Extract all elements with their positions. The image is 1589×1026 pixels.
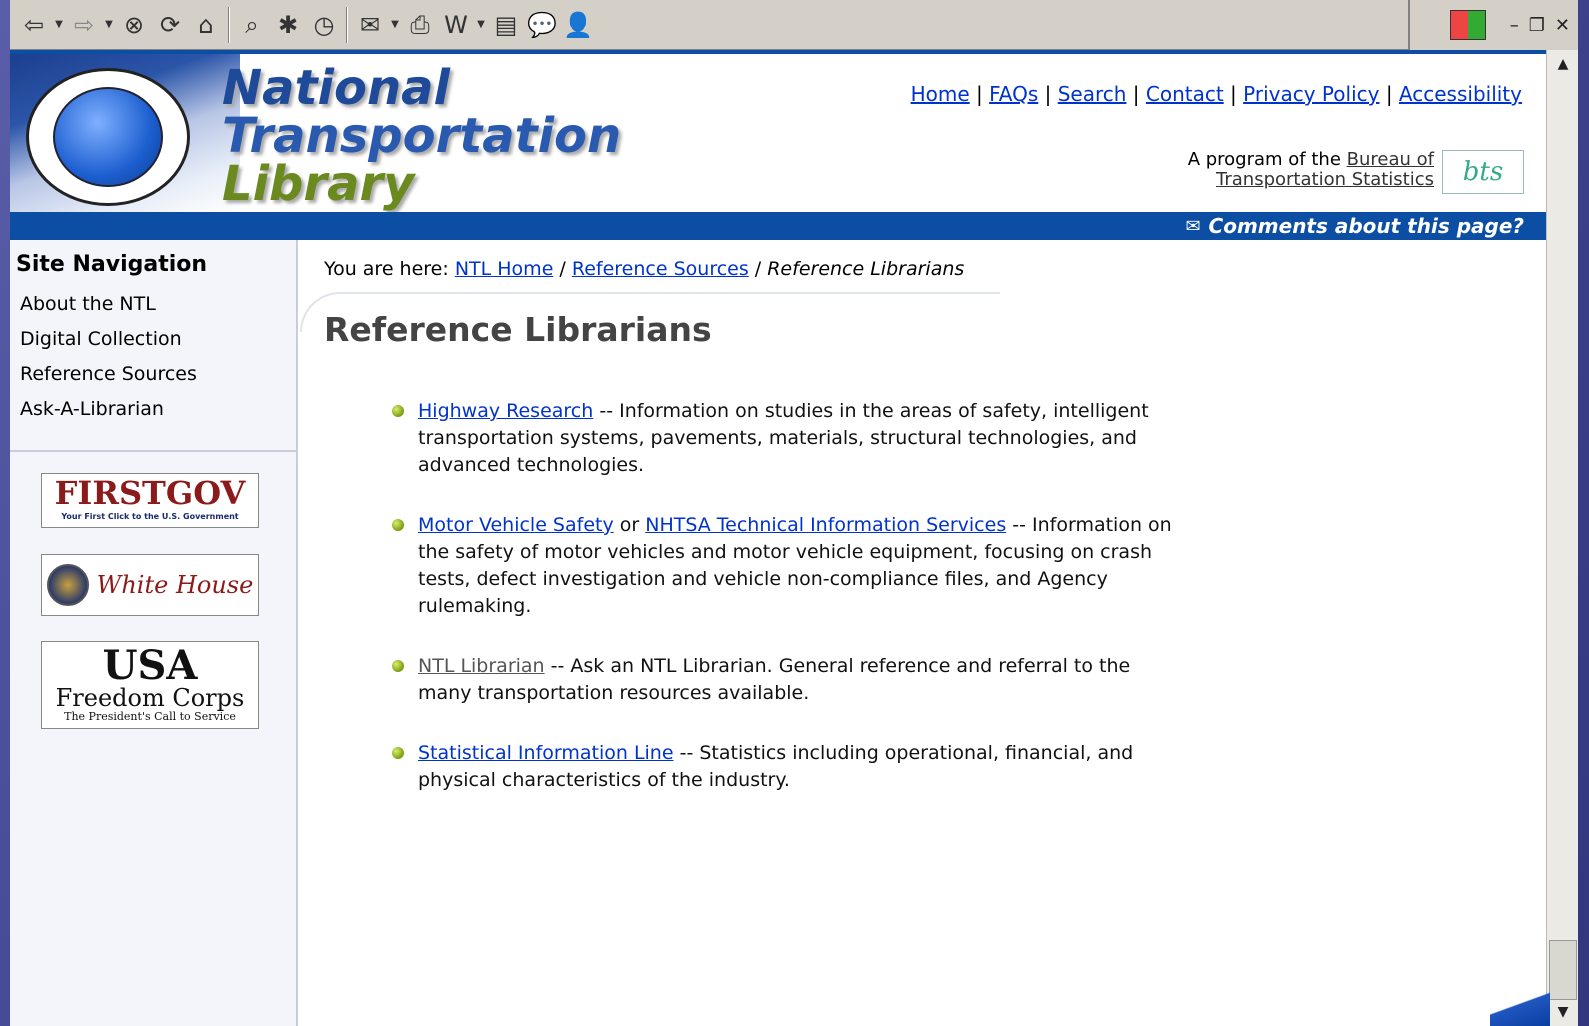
- stop-icon[interactable]: ⊗: [116, 7, 152, 43]
- privacy-policy-link[interactable]: Privacy Policy: [1243, 82, 1379, 106]
- white-house-title: White House: [96, 571, 254, 599]
- bts-link-line2[interactable]: Transportation Statistics: [1216, 169, 1434, 190]
- accessibility-link[interactable]: Accessibility: [1399, 82, 1522, 106]
- firstgov-tagline: Your First Click to the U.S. Government: [61, 512, 239, 521]
- refresh-icon[interactable]: ⟳: [152, 7, 188, 43]
- statistical-information-line-link[interactable]: Statistical Information Line: [418, 742, 674, 764]
- breadcrumb-current: Reference Librarians: [767, 258, 965, 280]
- faqs-link[interactable]: FAQs: [989, 82, 1038, 106]
- highway-research-link[interactable]: Highway Research: [418, 400, 593, 422]
- logo-line-1: National: [222, 60, 450, 116]
- program-note: A program of the Bureau of Transportatio…: [1188, 150, 1434, 190]
- bullet-icon: [392, 405, 404, 417]
- browser-window: ⇦ ▼ ⇨ ▼ ⊗ ⟳ ⌂ ⌕ ✱ ◷ ✉ ▼ ⎙ W ▼ ▤ 💬 👤 – ❐ …: [10, 0, 1578, 1026]
- list-item: NTL Librarian -- Ask an NTL Librarian. G…: [386, 653, 1186, 707]
- windows-logo-icon: [1449, 10, 1486, 40]
- document-icon[interactable]: ▤: [488, 7, 524, 43]
- firstgov-title: FIRSTGOV: [54, 474, 246, 512]
- sidebar: Site Navigation About the NTL Digital Co…: [10, 240, 298, 1026]
- breadcrumb-ntl-home[interactable]: NTL Home: [455, 258, 554, 280]
- breadcrumb-reference-sources[interactable]: Reference Sources: [572, 258, 749, 280]
- forward-icon[interactable]: ⇨: [66, 7, 102, 43]
- dot-seal-logo[interactable]: [26, 68, 190, 206]
- scroll-up-icon[interactable]: ▲: [1549, 52, 1577, 76]
- usa-title: USA: [102, 642, 198, 689]
- nhtsa-tis-link[interactable]: NHTSA Technical Information Services: [645, 514, 1006, 536]
- resource-list: Highway Research -- Information on studi…: [386, 398, 1186, 827]
- home-link[interactable]: Home: [911, 82, 970, 106]
- envelope-icon: ✉: [1185, 215, 1201, 237]
- history-icon[interactable]: ◷: [306, 7, 342, 43]
- program-prefix: A program of the: [1187, 149, 1341, 170]
- search-link[interactable]: Search: [1058, 82, 1127, 106]
- white-house-badge[interactable]: White House: [41, 554, 259, 616]
- motor-vehicle-safety-link[interactable]: Motor Vehicle Safety: [418, 514, 614, 536]
- mail-icon[interactable]: ✉: [352, 7, 388, 43]
- site-header: National Transportation Library Home | F…: [10, 50, 1546, 212]
- restore-icon[interactable]: ❐: [1529, 15, 1545, 36]
- toolbar-separator: [228, 6, 230, 43]
- edit-icon[interactable]: W: [438, 7, 474, 43]
- close-icon[interactable]: ✕: [1555, 15, 1570, 36]
- comments-link[interactable]: Comments about this page?: [1209, 214, 1524, 238]
- forward-dropdown-icon[interactable]: ▼: [102, 7, 116, 43]
- decorative-swoosh: [1490, 980, 1550, 1026]
- site-navigation-heading: Site Navigation: [16, 252, 208, 277]
- breadcrumb-prefix: You are here:: [324, 258, 449, 280]
- list-item: Motor Vehicle Safety or NHTSA Technical …: [386, 512, 1186, 620]
- print-icon[interactable]: ⎙: [402, 7, 438, 43]
- window-controls: – ❐ ✕: [1408, 0, 1578, 50]
- list-item: Highway Research -- Information on studi…: [386, 398, 1186, 479]
- firstgov-badge[interactable]: FIRSTGOV Your First Click to the U.S. Go…: [41, 473, 259, 528]
- bts-logo[interactable]: bts: [1442, 150, 1524, 194]
- discuss-icon[interactable]: 💬: [524, 7, 560, 43]
- back-icon[interactable]: ⇦: [16, 7, 52, 43]
- home-icon[interactable]: ⌂: [188, 7, 224, 43]
- scroll-down-icon[interactable]: ▼: [1549, 1000, 1577, 1024]
- comments-bar: ✉ Comments about this page?: [10, 212, 1546, 240]
- page-title: Reference Librarians: [324, 310, 712, 349]
- contact-link[interactable]: Contact: [1146, 82, 1224, 106]
- usa-freedom-corps-badge[interactable]: USA Freedom Corps The President's Call t…: [41, 641, 259, 729]
- edit-dropdown-icon[interactable]: ▼: [474, 7, 488, 43]
- mail-dropdown-icon[interactable]: ▼: [388, 7, 402, 43]
- top-nav-links: Home | FAQs | Search | Contact | Privacy…: [910, 82, 1522, 106]
- logo-line-3: Library: [222, 156, 415, 212]
- item-connector: or: [613, 514, 646, 536]
- scroll-thumb[interactable]: [1549, 940, 1577, 1000]
- nav-ask-a-librarian[interactable]: Ask-A-Librarian: [10, 392, 296, 427]
- back-dropdown-icon[interactable]: ▼: [52, 7, 66, 43]
- toolbar-separator: [346, 6, 348, 43]
- site-logo-title[interactable]: National Transportation Library: [222, 64, 621, 208]
- search-icon[interactable]: ⌕: [234, 7, 270, 43]
- messenger-icon[interactable]: 👤: [560, 7, 596, 43]
- bullet-icon: [392, 747, 404, 759]
- nav-reference-sources[interactable]: Reference Sources: [10, 357, 296, 392]
- sidebar-divider: [10, 450, 298, 452]
- vertical-scrollbar[interactable]: ▲ ▼: [1546, 50, 1578, 1026]
- site-navigation-list: About the NTL Digital Collection Referen…: [10, 287, 296, 427]
- bullet-icon: [392, 519, 404, 531]
- bts-link-line1[interactable]: Bureau of: [1347, 149, 1434, 170]
- nav-about-ntl[interactable]: About the NTL: [10, 287, 296, 322]
- freedom-corps-tagline: The President's Call to Service: [64, 710, 236, 723]
- favorites-icon[interactable]: ✱: [270, 7, 306, 43]
- browser-toolbar: ⇦ ▼ ⇨ ▼ ⊗ ⟳ ⌂ ⌕ ✱ ◷ ✉ ▼ ⎙ W ▼ ▤ 💬 👤 – ❐ …: [10, 0, 1578, 50]
- bullet-icon: [392, 660, 404, 672]
- nav-digital-collection[interactable]: Digital Collection: [10, 322, 296, 357]
- minimize-icon[interactable]: –: [1510, 15, 1519, 36]
- list-item: Statistical Information Line -- Statisti…: [386, 740, 1186, 794]
- ntl-librarian-link[interactable]: NTL Librarian: [418, 655, 545, 677]
- main-content: You are here: NTL Home / Reference Sourc…: [300, 240, 1546, 1026]
- breadcrumb: You are here: NTL Home / Reference Sourc…: [324, 258, 965, 280]
- freedom-corps-title: Freedom Corps: [55, 684, 245, 712]
- presidential-seal-icon: [46, 564, 89, 606]
- logo-line-2: Transportation: [222, 108, 622, 164]
